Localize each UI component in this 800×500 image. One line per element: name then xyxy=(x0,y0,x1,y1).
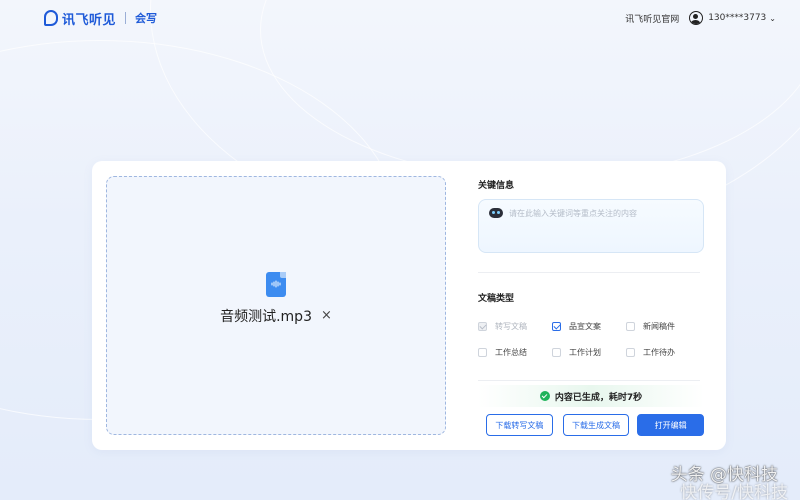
checkbox[interactable] xyxy=(626,322,635,331)
option-label: 转写文稿 xyxy=(495,322,527,331)
audio-file-icon xyxy=(266,271,286,297)
watermark-secondary: 快传号/快科技 xyxy=(680,483,788,500)
action-buttons: 下载转写文稿 下载生成文稿 打开编辑 xyxy=(478,414,705,436)
official-site-link[interactable]: 讯飞听见官网 xyxy=(625,12,679,25)
check-circle-icon xyxy=(539,391,550,401)
keywords-box[interactable] xyxy=(478,199,704,253)
doc-type-options: 转写文稿 品宣文案 新闻稿件 工作总结 工作计划 工作待办 xyxy=(478,321,704,358)
option-todo[interactable]: 工作待办 xyxy=(626,347,700,358)
keywords-input[interactable] xyxy=(509,205,699,221)
option-work-plan[interactable]: 工作计划 xyxy=(552,347,626,358)
user-phone: 130****3773 xyxy=(708,13,767,23)
logo-icon xyxy=(44,10,58,26)
option-label: 工作总结 xyxy=(495,348,527,357)
header-right: 讯飞听见官网 130****3773 ⌄ xyxy=(625,11,776,25)
checkbox[interactable] xyxy=(552,348,561,357)
option-promo-copy[interactable]: 品宣文案 xyxy=(552,321,626,332)
checkbox[interactable] xyxy=(478,348,487,357)
checkbox[interactable] xyxy=(626,348,635,357)
download-generated-button[interactable]: 下载生成文稿 xyxy=(562,414,630,436)
logo[interactable]: 讯飞听见 会写 xyxy=(44,0,157,36)
option-label: 工作计划 xyxy=(569,348,601,357)
option-news[interactable]: 新闻稿件 xyxy=(626,321,700,332)
file-name: 音频测试.mp3 xyxy=(220,308,312,325)
option-label: 工作待办 xyxy=(643,348,675,357)
status-banner: 内容已生成，耗时7秒 xyxy=(478,385,704,407)
file-row: 音频测试.mp3 × xyxy=(220,306,332,326)
robot-icon xyxy=(489,208,503,218)
divider xyxy=(478,380,700,381)
divider xyxy=(478,272,700,273)
logo-text: 讯飞听见 xyxy=(62,12,117,28)
download-transcript-button[interactable]: 下载转写文稿 xyxy=(486,414,553,436)
remove-file-icon[interactable]: × xyxy=(321,308,332,323)
top-header: 讯飞听见 会写 讯飞听见官网 130****3773 ⌄ xyxy=(0,0,800,36)
avatar-icon xyxy=(689,11,704,25)
user-menu[interactable]: 130****3773 ⌄ xyxy=(689,11,776,25)
checkbox[interactable] xyxy=(552,322,561,331)
chevron-down-icon: ⌄ xyxy=(769,13,776,23)
main-card: 音频测试.mp3 × 关键信息 文稿类型 转写文稿 品宣文案 新闻稿件 xyxy=(92,161,726,450)
upload-area[interactable]: 音频测试.mp3 × xyxy=(106,176,446,435)
status-text: 内容已生成，耗时7秒 xyxy=(554,392,643,403)
option-transcript: 转写文稿 xyxy=(478,321,552,332)
product-name: 会写 xyxy=(135,12,158,25)
logo-divider xyxy=(125,12,127,24)
waveform-icon xyxy=(271,280,281,288)
option-label: 新闻稿件 xyxy=(643,322,675,331)
keywords-title: 关键信息 xyxy=(478,181,515,191)
option-label: 品宣文案 xyxy=(569,322,601,331)
option-work-summary[interactable]: 工作总结 xyxy=(478,347,552,358)
open-editor-button[interactable]: 打开编辑 xyxy=(637,414,705,436)
settings-panel: 关键信息 文稿类型 转写文稿 品宣文案 新闻稿件 工作总结 xyxy=(478,178,705,436)
doc-type-title: 文稿类型 xyxy=(478,294,515,304)
checkbox xyxy=(478,322,487,331)
